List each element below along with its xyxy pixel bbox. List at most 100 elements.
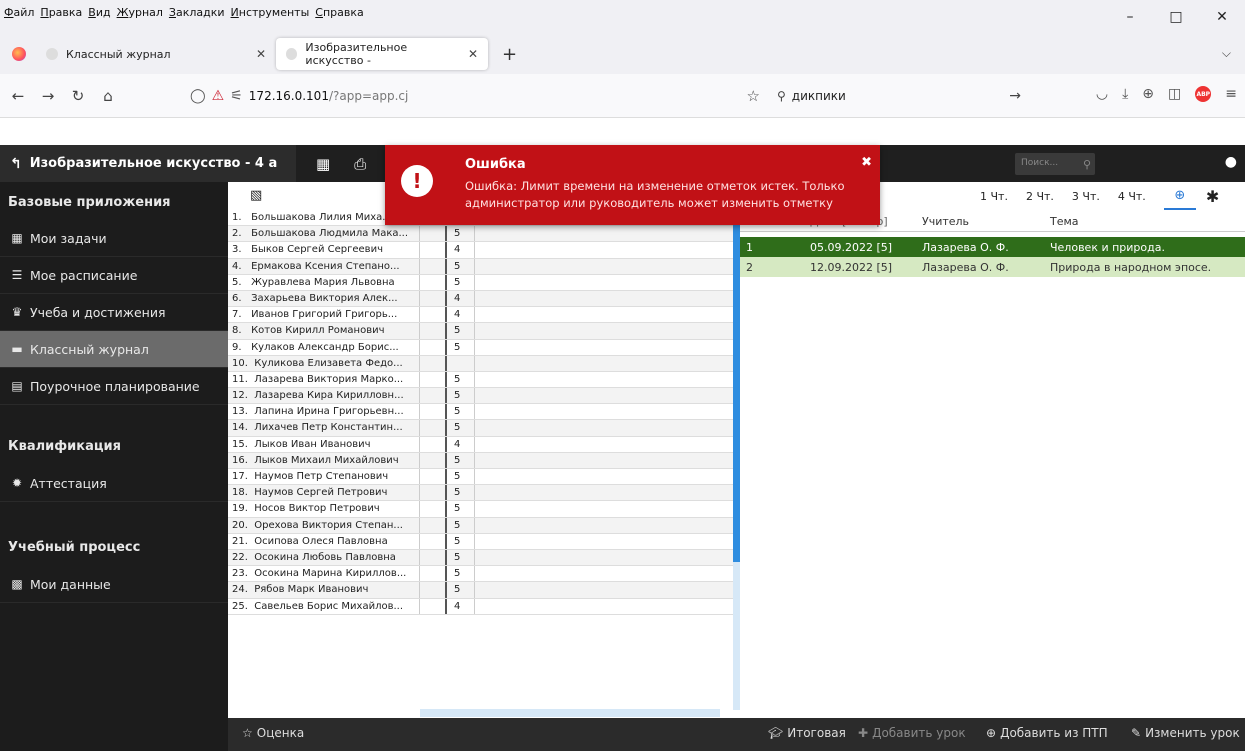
permissions-icon[interactable]: ⚟	[230, 88, 243, 104]
home-icon[interactable]: ⌂	[96, 87, 120, 105]
pocket-icon[interactable]: ◡	[1096, 86, 1108, 102]
close-window-button[interactable]: ✕	[1199, 0, 1245, 34]
grade-cell[interactable]	[475, 453, 733, 468]
grade-cell[interactable]: 5	[447, 404, 475, 420]
grade-cell[interactable]	[420, 371, 447, 388]
grade-cell[interactable]	[420, 290, 447, 307]
shield-icon[interactable]: ◯	[190, 88, 206, 104]
table-row[interactable]: 6. Захарьева Виктория Алек... 4	[228, 290, 733, 308]
grade-cell[interactable]: 5	[447, 420, 475, 436]
excel-export-icon[interactable]: ▧	[250, 188, 262, 203]
table-row[interactable]: 15. Лыков Иван Иванович 4	[228, 436, 733, 453]
grade-cell[interactable]	[420, 339, 447, 355]
grade-cell[interactable]	[475, 340, 733, 355]
table-row[interactable]: 25. Савельев Борис Михайлов... 4	[228, 598, 733, 615]
grade-cell[interactable]	[475, 599, 733, 614]
tab-class-journal[interactable]: Классный журнал ✕	[36, 38, 276, 70]
grade-cell[interactable]	[475, 372, 733, 387]
grade-cell[interactable]	[420, 469, 447, 485]
grade-cell[interactable]: 5	[447, 452, 475, 468]
grade-cell[interactable]: 5	[447, 501, 475, 517]
table-row[interactable]: 10. Куликова Елизавета Федо...	[228, 355, 733, 372]
grade-cell[interactable]	[475, 501, 733, 516]
firefox-icon[interactable]	[12, 47, 26, 61]
table-row[interactable]: 8. Котов Кирилл Романович 5	[228, 323, 733, 340]
grade-cell[interactable]	[420, 226, 447, 242]
add-lesson-button[interactable]: ✚ Добавить урок	[858, 726, 966, 740]
grade-cell[interactable]	[420, 404, 447, 420]
grade-cell[interactable]	[475, 566, 733, 581]
table-row[interactable]: 23. Осокина Марина Кириллов... 5	[228, 566, 733, 583]
grade-cell[interactable]	[420, 501, 447, 517]
sidebar-item-schedule[interactable]: ☰ Мое расписание	[0, 257, 228, 294]
back-arrow-icon[interactable]: ↰	[10, 156, 22, 172]
table-row[interactable]: 18. Наумов Сергей Петрович 5	[228, 485, 733, 502]
app-title-bar[interactable]: ↰ Изобразительное искусство - 4 а	[0, 145, 296, 182]
sidebar-item-achievements[interactable]: ♛ Учеба и достижения	[0, 294, 228, 331]
grade-cell[interactable]	[475, 259, 733, 274]
table-row[interactable]: 9. Кулаков Александр Борис... 5	[228, 339, 733, 356]
grade-cell[interactable]	[475, 307, 733, 322]
globe-icon[interactable]: ⊕	[1163, 182, 1196, 210]
tab-close-icon[interactable]: ✕	[256, 47, 266, 61]
grade-cell[interactable]	[475, 275, 733, 290]
hamburger-menu-icon[interactable]: ≡	[1225, 86, 1237, 102]
table-row[interactable]: 20. Орехова Виктория Степан... 5	[228, 517, 733, 534]
table-row[interactable]: 7. Иванов Григорий Григорь... 4	[228, 307, 733, 324]
search-go-icon[interactable]: →	[1009, 88, 1021, 104]
print-icon[interactable]: ⎙	[354, 155, 366, 173]
grade-button[interactable]: ☆ Оценка	[242, 726, 304, 740]
new-tab-button[interactable]: +	[502, 44, 517, 65]
grade-cell[interactable]: 5	[447, 226, 475, 242]
grade-cell[interactable]	[420, 533, 447, 549]
grade-cell[interactable]	[420, 566, 447, 582]
table-row[interactable]: 21. Осипова Олеся Павловна 5	[228, 533, 733, 550]
menu-edit[interactable]: Правка	[40, 6, 82, 19]
grade-cell[interactable]	[420, 355, 447, 371]
table-row[interactable]: 13. Лапина Ирина Григорьевн... 5	[228, 404, 733, 421]
table-row[interactable]: 2. Большакова Людмила Мака... 5	[228, 226, 733, 243]
grade-cell[interactable]	[420, 242, 447, 258]
table-row[interactable]: 16. Лыков Михаил Михайлович 5	[228, 452, 733, 469]
grade-cell[interactable]: 4	[447, 242, 475, 258]
grade-cell[interactable]: 5	[447, 582, 475, 598]
grade-cell[interactable]	[475, 550, 733, 565]
grade-cell[interactable]	[475, 518, 733, 533]
grade-cell[interactable]: 5	[447, 485, 475, 501]
forward-icon[interactable]: →	[36, 87, 60, 105]
grade-cell[interactable]	[420, 549, 447, 566]
grade-cell[interactable]: 5	[447, 274, 475, 290]
minimize-button[interactable]: –	[1107, 0, 1153, 34]
grade-cell[interactable]	[475, 469, 733, 484]
grade-cell[interactable]	[475, 420, 733, 435]
grade-cell[interactable]	[420, 420, 447, 436]
grade-cell[interactable]	[475, 388, 733, 403]
grade-cell[interactable]	[447, 355, 475, 371]
url-bar[interactable]: ◯ ⚠ ⚟ 172.16.0.101/?app=app.cj ☆	[190, 80, 760, 112]
grade-cell[interactable]: 5	[447, 533, 475, 549]
tab-quarter-1[interactable]: 1 Чт.	[980, 190, 1008, 203]
grade-cell[interactable]: 5	[447, 517, 475, 533]
menu-file[interactable]: Файл	[4, 6, 34, 19]
table-row[interactable]: 19. Носов Виктор Петрович 5	[228, 501, 733, 518]
downloads-icon[interactable]: ⤓	[1122, 86, 1128, 102]
grade-cell[interactable]	[420, 517, 447, 533]
menu-view[interactable]: Вид	[88, 6, 110, 19]
menu-tools[interactable]: Инструменты	[231, 6, 310, 19]
grade-cell[interactable]: 5	[447, 469, 475, 485]
grade-cell[interactable]	[475, 226, 733, 241]
tab-art[interactable]: Изобразительное искусство - ✕	[276, 38, 488, 70]
tab-list-icon[interactable]: ⌵	[1222, 46, 1231, 61]
grade-cell[interactable]	[475, 437, 733, 452]
table-row[interactable]: 17. Наумов Петр Степанович 5	[228, 469, 733, 486]
grade-cell[interactable]	[475, 534, 733, 549]
tab-quarter-2[interactable]: 2 Чт.	[1026, 190, 1054, 203]
grade-cell[interactable]: 5	[447, 388, 475, 404]
grade-cell[interactable]	[475, 323, 733, 338]
close-icon[interactable]: ✖	[861, 155, 872, 170]
sidebar-toggle-icon[interactable]: ◫	[1168, 86, 1181, 102]
app-search-icon[interactable]: ⚲	[1083, 153, 1097, 175]
grade-cell[interactable]	[475, 291, 733, 306]
grade-cell[interactable]	[475, 404, 733, 419]
grade-cell[interactable]	[420, 485, 447, 501]
